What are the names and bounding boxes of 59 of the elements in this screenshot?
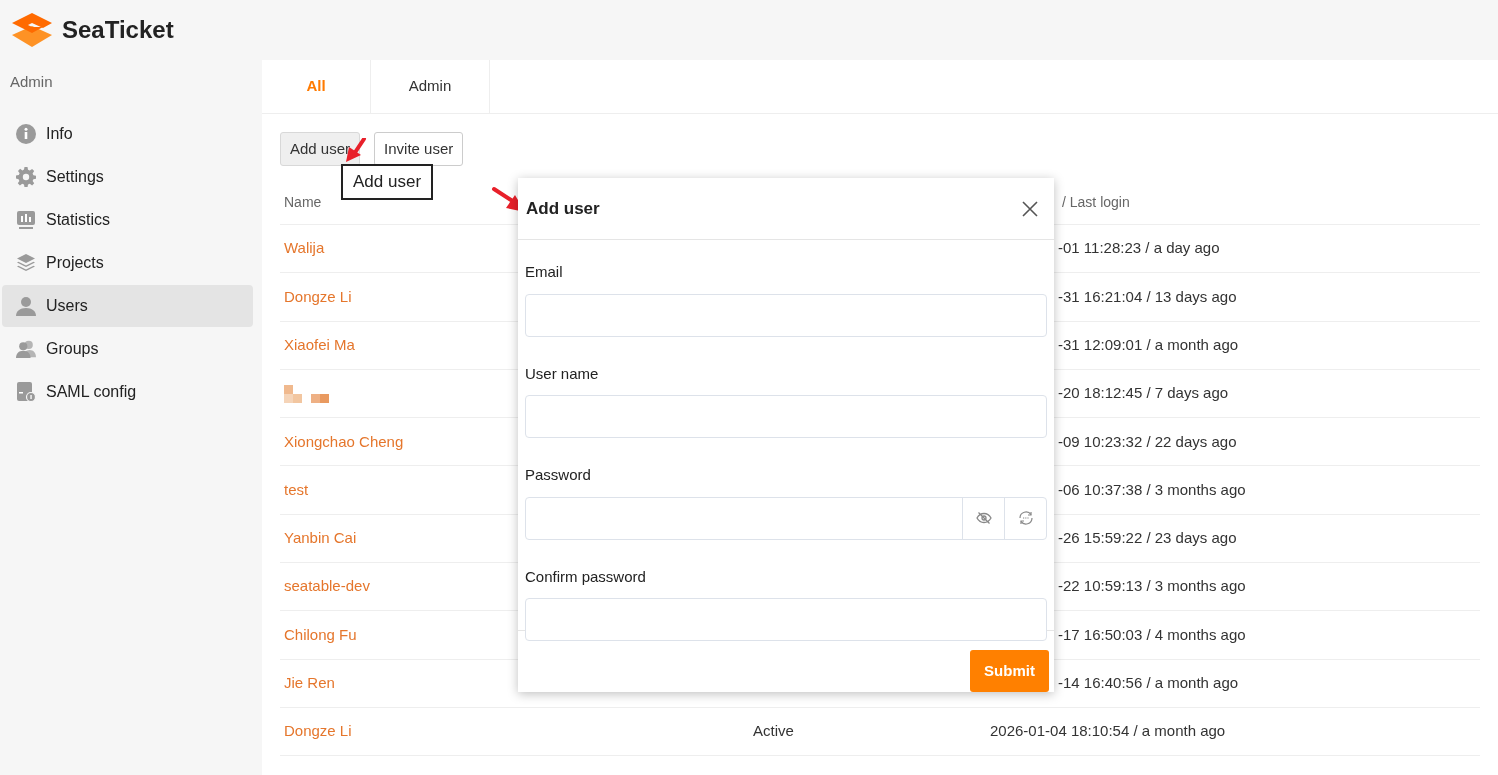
field-label: Email	[525, 262, 564, 282]
last-login-text: -31 16:21:04 / 13 days ago	[1058, 287, 1237, 305]
user-name-link[interactable]: Walija	[284, 239, 325, 257]
close-icon[interactable]	[1022, 200, 1038, 217]
sidebar-item[interactable]: Groups	[2, 327, 253, 370]
logo-icon	[10, 12, 54, 48]
user-name-link[interactable]: Dongze Li	[284, 287, 352, 305]
field-label: User name	[525, 363, 600, 384]
last-login-text: -26 15:59:22 / 23 days ago	[1058, 529, 1237, 547]
last-login-text: -17 16:50:03 / 4 months ago	[1058, 625, 1246, 643]
last-login-text: -31 12:09:01 / a month ago	[1058, 336, 1239, 353]
last-login-text: -20 18:12:45 / 7 days ago	[1058, 384, 1229, 402]
sidebar-item[interactable]: Statistics	[2, 198, 253, 241]
sidebar-item[interactable]: Info	[2, 112, 253, 155]
brand-name: SeaTicket	[62, 15, 174, 45]
sidebar-item[interactable]: Users	[2, 284, 253, 327]
user-name-link[interactable]: test	[284, 480, 309, 498]
tab[interactable]: Admin	[371, 60, 490, 113]
user-name-link[interactable]: Chilong Fu	[284, 625, 357, 643]
tab[interactable]: All	[262, 60, 371, 113]
user-name-link[interactable]: seatable-dev	[284, 577, 370, 595]
last-login-text: 2026-01-04 18:10:54 / a month ago	[990, 722, 1226, 740]
last-login-text: -14 16:40:56 / a month ago	[1058, 674, 1239, 692]
user-name-link[interactable]: Jie Ren	[284, 674, 335, 692]
group-icon	[16, 338, 36, 359]
sidebar-heading: Admin	[10, 72, 53, 92]
status-text: Active	[753, 722, 794, 740]
submit-button[interactable]: Submit	[970, 650, 1049, 692]
sidebar-item[interactable]: SAML config	[2, 370, 253, 413]
input-field[interactable]	[525, 293, 1047, 337]
invite-user-button[interactable]: Invite user	[374, 132, 464, 166]
sidebar-item[interactable]: Settings	[2, 155, 253, 198]
sidebar-item[interactable]: Projects	[2, 241, 253, 284]
refresh-icon	[1017, 510, 1034, 526]
last-login-text: -01 11:28:23 / a day ago	[1058, 239, 1220, 257]
input-field[interactable]	[525, 598, 1047, 641]
user-name-link[interactable]: Yanbin Cai	[284, 529, 357, 547]
user-name-link[interactable]: Xiaofei Ma	[284, 336, 355, 353]
info-icon	[16, 123, 36, 144]
last-login-text: -22 10:59:13 / 3 months ago	[1058, 577, 1246, 595]
user-name-link[interactable]: Dongze Li	[284, 722, 352, 740]
settings-icon	[16, 166, 36, 187]
last-login-text: -09 10:23:32 / 22 days ago	[1058, 432, 1237, 450]
annotation-callout: Add user	[341, 164, 434, 200]
field-label: Password	[525, 465, 592, 485]
password-field[interactable]	[525, 496, 1047, 540]
last-login-text: -06 10:37:38 / 3 months ago	[1058, 480, 1246, 498]
dialog-title: Add user	[526, 197, 600, 220]
column-header: Name	[283, 192, 322, 212]
field-label: Confirm password	[525, 566, 647, 587]
certificate-icon	[16, 381, 36, 402]
add-user-button[interactable]: Add user	[280, 132, 361, 166]
layers-icon	[16, 252, 36, 273]
bar-chart-icon	[16, 209, 36, 230]
user-name-link[interactable]: Xiongchao Cheng	[284, 432, 404, 450]
user-icon	[16, 295, 36, 316]
column-header: / Last login	[1062, 192, 1131, 212]
input-field[interactable]	[525, 395, 1047, 438]
eye-off-icon	[975, 510, 992, 526]
